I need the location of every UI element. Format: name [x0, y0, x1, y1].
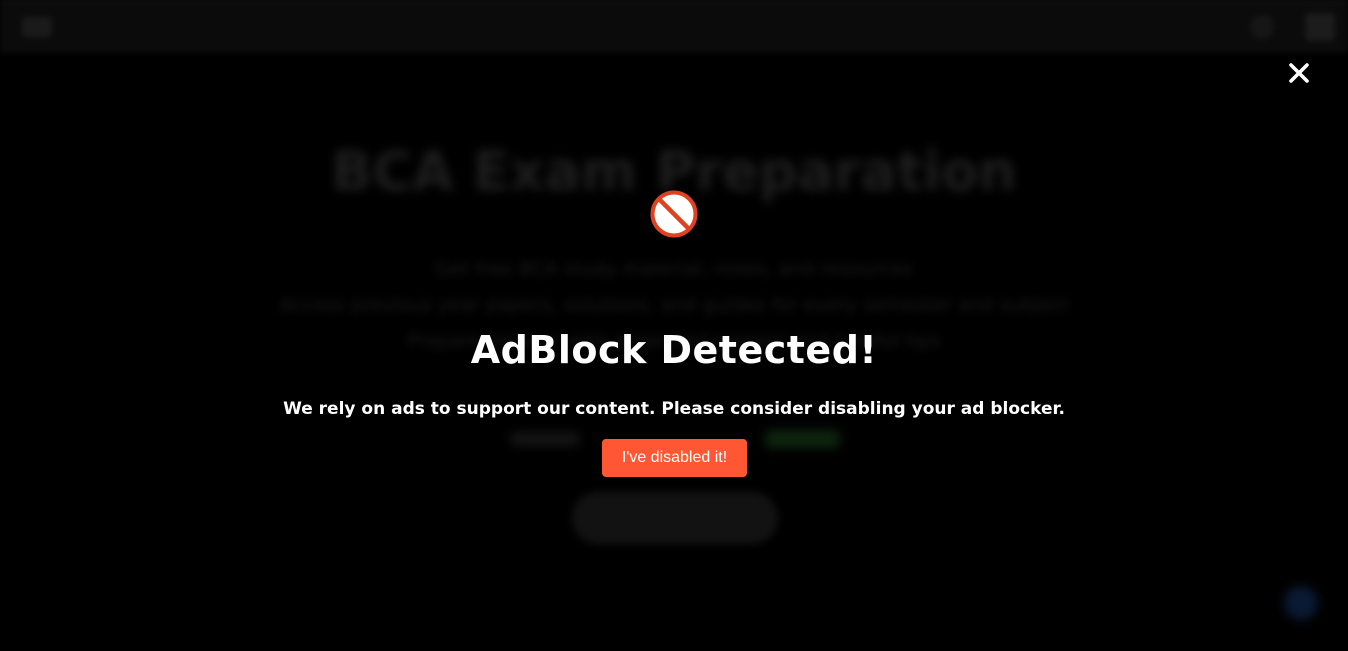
background-logo — [22, 17, 52, 37]
disabled-adblock-button[interactable]: I've disabled it! — [602, 439, 747, 477]
background-navbar — [0, 0, 1348, 53]
background-cta-button — [572, 492, 778, 544]
background-theme-toggle — [1250, 15, 1274, 39]
background-text-line: Get free BCA study material, notes, and … — [435, 258, 913, 280]
close-icon[interactable] — [1286, 60, 1312, 86]
background-text-line: Access previous year papers, solutions, … — [279, 294, 1069, 316]
background-badge — [765, 430, 840, 448]
page: BCA Exam Preparation Get free BCA study … — [0, 0, 1348, 651]
modal-message: We rely on ads to support our content. P… — [283, 399, 1065, 419]
background-menu-button — [1305, 13, 1335, 41]
background-label — [510, 432, 580, 446]
modal-title: AdBlock Detected! — [470, 328, 878, 372]
background-floating-button — [1284, 586, 1318, 620]
prohibited-icon — [650, 190, 698, 238]
